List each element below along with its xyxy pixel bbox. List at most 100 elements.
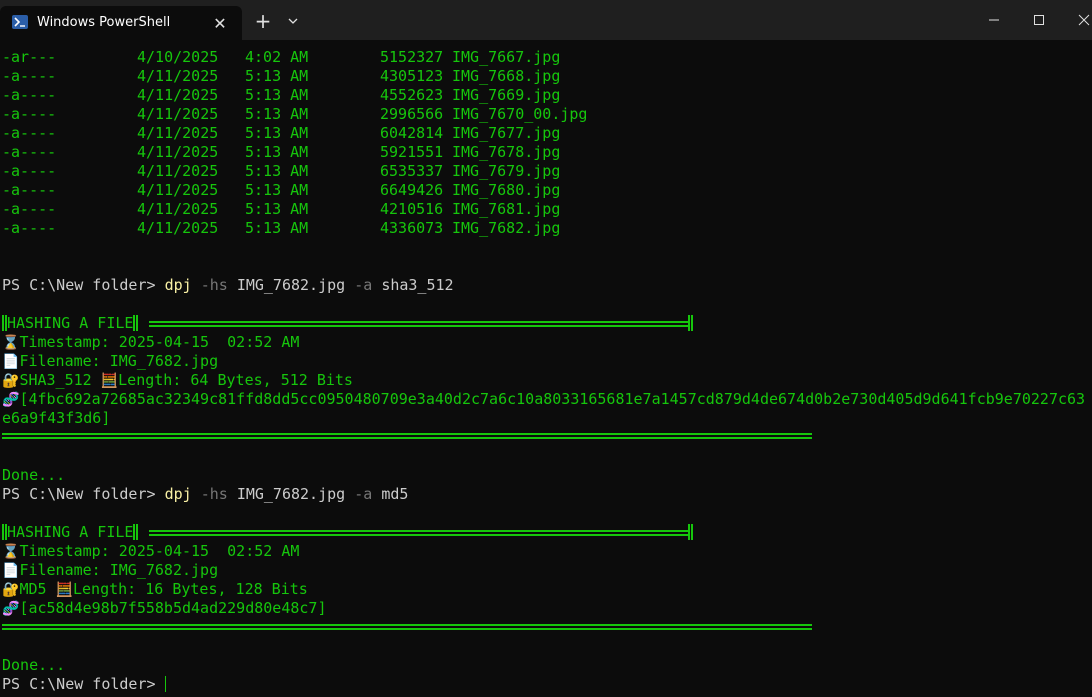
algorithm-line: 🔐SHA3_512 🧮Length: 64 Bytes, 512 Bits	[2, 371, 353, 389]
hash-header: HASHING A FILE	[2, 314, 139, 333]
text-cursor	[164, 676, 166, 692]
chevron-down-icon[interactable]	[280, 8, 306, 34]
hash-value-line: 🧬[ac58d4e98b7f558b5d4ad229d80e48c7]	[2, 599, 327, 617]
file-name: IMG_7677.jpg	[452, 124, 561, 142]
header-rule	[149, 530, 690, 536]
file-length: 5921551	[380, 143, 444, 161]
algorithm-line: 🔐MD5 🧮Length: 16 Bytes, 128 Bits	[2, 580, 308, 598]
minimize-button[interactable]	[970, 0, 1016, 40]
close-window-button[interactable]	[1060, 0, 1092, 40]
file-mode: -a----	[2, 124, 57, 142]
command-arg: IMG_7682.jpg	[236, 276, 346, 294]
hourglass-icon: ⌛	[2, 544, 20, 560]
document-icon: 📄	[2, 354, 20, 370]
command-flag: -hs	[200, 485, 228, 503]
file-time: 5:13 AM	[245, 67, 309, 85]
filename-line: 📄Filename: IMG_7682.jpg	[2, 352, 219, 370]
file-mode: -a----	[2, 200, 57, 218]
new-tab-button[interactable]: +	[250, 8, 276, 34]
file-name: IMG_7682.jpg	[452, 219, 561, 237]
file-mode: -a----	[2, 162, 57, 180]
file-date: 4/11/2025	[137, 181, 219, 199]
command: dpj	[164, 485, 192, 503]
command-flag: -a	[354, 276, 373, 294]
document-icon: 📄	[2, 563, 20, 579]
prompt-line: PS C:\New folder> dpj -hs IMG_7682.jpg -…	[2, 485, 408, 504]
file-date: 4/11/2025	[137, 124, 219, 142]
file-name: IMG_7667.jpg	[452, 48, 561, 66]
tab-close-icon[interactable]: ✕	[208, 12, 232, 36]
file-length: 6649426	[380, 181, 444, 199]
file-date: 4/11/2025	[137, 200, 219, 218]
file-name: IMG_7669.jpg	[452, 86, 561, 104]
file-time: 5:13 AM	[245, 143, 309, 161]
file-length: 4305123	[380, 67, 444, 85]
hourglass-icon: ⌛	[2, 335, 20, 351]
footer-rule	[2, 624, 812, 630]
command-arg: IMG_7682.jpg	[236, 485, 346, 503]
timestamp-line: ⌛Timestamp: 2025-04-15 02:52 AM	[2, 333, 300, 351]
hash-value-line: 🧬[4fbc692a72685ac32349c81ffd8dd5cc095048…	[2, 390, 1086, 408]
header-end-bar	[688, 314, 693, 333]
command-arg: md5	[381, 485, 409, 503]
footer-rule	[2, 433, 812, 439]
header-rule	[149, 321, 690, 327]
prompt: PS C:\New folder>	[2, 276, 165, 294]
file-time: 5:13 AM	[245, 162, 309, 180]
file-length: 4336073	[380, 219, 444, 237]
command-arg: sha3_512	[381, 276, 454, 294]
abacus-icon: 🧮	[100, 373, 119, 389]
file-time: 4:02 AM	[245, 48, 309, 66]
file-length: 4210516	[380, 200, 444, 218]
powershell-icon	[12, 15, 28, 29]
dna-icon: 🧬	[2, 601, 20, 617]
file-time: 5:13 AM	[245, 86, 309, 104]
file-time: 5:13 AM	[245, 219, 309, 237]
command: dpj	[164, 276, 192, 294]
dna-icon: 🧬	[2, 392, 20, 408]
file-date: 4/11/2025	[137, 162, 219, 180]
file-date: 4/11/2025	[137, 219, 219, 237]
prompt-line[interactable]: PS C:\New folder>	[2, 675, 166, 694]
file-date: 4/11/2025	[137, 86, 219, 104]
file-name: IMG_7680.jpg	[452, 181, 561, 199]
file-mode: -a----	[2, 219, 57, 237]
done-message: Done...	[2, 466, 66, 484]
lock-icon: 🔐	[2, 373, 20, 389]
done-message: Done...	[2, 656, 66, 674]
file-date: 4/10/2025	[137, 48, 219, 66]
abacus-icon: 🧮	[55, 582, 73, 598]
file-time: 5:13 AM	[245, 181, 309, 199]
prompt-line: PS C:\New folder> dpj -hs IMG_7682.jpg -…	[2, 276, 454, 295]
hash-value-line-continued: e6a9f43f3d6]	[2, 409, 111, 427]
file-mode: -a----	[2, 86, 57, 104]
tab-windows-powershell[interactable]: Windows PowerShell ✕	[0, 6, 242, 40]
file-mode: -a----	[2, 181, 57, 199]
file-name: IMG_7678.jpg	[452, 143, 561, 161]
command-flag: -a	[354, 485, 373, 503]
file-name: IMG_7668.jpg	[452, 67, 561, 85]
file-length: 6535337	[380, 162, 444, 180]
timestamp-line: ⌛Timestamp: 2025-04-15 02:52 AM	[2, 542, 300, 560]
file-date: 4/11/2025	[137, 105, 219, 123]
file-name: IMG_7681.jpg	[452, 200, 561, 218]
file-length: 5152327	[380, 48, 444, 66]
file-time: 5:13 AM	[245, 200, 309, 218]
tab-title: Windows PowerShell	[37, 15, 171, 30]
hash-header: HASHING A FILE	[2, 523, 139, 542]
file-time: 5:13 AM	[245, 124, 309, 142]
file-mode: -ar---	[2, 48, 57, 66]
maximize-button[interactable]	[1015, 0, 1061, 40]
terminal-output[interactable]: -ar--- 4/10/2025 4:02 AM 5152327 IMG_7667.jp…	[0, 48, 1092, 697]
file-length: 6042814	[380, 124, 444, 142]
prompt: PS C:\New folder>	[2, 675, 165, 693]
title-bar: Windows PowerShell ✕ +	[0, 0, 1092, 40]
file-name: IMG_7670_00.jpg	[452, 105, 588, 123]
file-name: IMG_7679.jpg	[452, 162, 561, 180]
file-mode: -a----	[2, 143, 57, 161]
lock-icon: 🔐	[2, 582, 20, 598]
file-mode: -a----	[2, 105, 57, 123]
header-end-bar	[688, 523, 693, 542]
command-flag: -hs	[200, 276, 228, 294]
file-mode: -a----	[2, 67, 57, 85]
